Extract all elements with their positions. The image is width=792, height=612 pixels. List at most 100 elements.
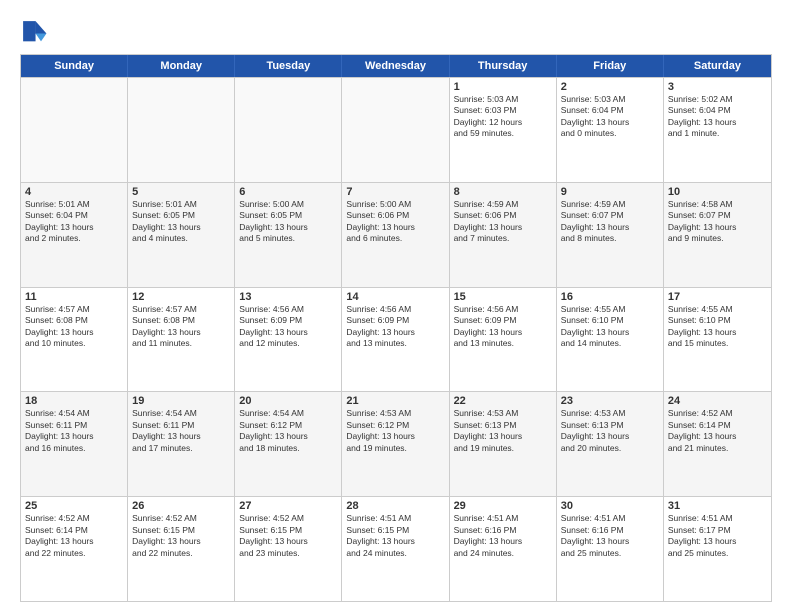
day-cell-26: 26Sunrise: 4:52 AMSunset: 6:15 PMDayligh… xyxy=(128,497,235,601)
cell-info: Sunrise: 4:58 AMSunset: 6:07 PMDaylight:… xyxy=(668,199,767,245)
day-cell-7: 7Sunrise: 5:00 AMSunset: 6:06 PMDaylight… xyxy=(342,183,449,287)
cell-info: Sunrise: 4:51 AMSunset: 6:16 PMDaylight:… xyxy=(561,513,659,559)
weekday-header-wednesday: Wednesday xyxy=(342,55,449,77)
day-number: 19 xyxy=(132,395,230,407)
day-number: 16 xyxy=(561,291,659,303)
cell-info: Sunrise: 4:53 AMSunset: 6:13 PMDaylight:… xyxy=(561,408,659,454)
day-number: 21 xyxy=(346,395,444,407)
calendar-row-1: 4Sunrise: 5:01 AMSunset: 6:04 PMDaylight… xyxy=(21,182,771,287)
cell-info: Sunrise: 4:55 AMSunset: 6:10 PMDaylight:… xyxy=(668,304,767,350)
day-cell-12: 12Sunrise: 4:57 AMSunset: 6:08 PMDayligh… xyxy=(128,288,235,392)
day-number: 29 xyxy=(454,500,552,512)
day-cell-21: 21Sunrise: 4:53 AMSunset: 6:12 PMDayligh… xyxy=(342,392,449,496)
day-number: 14 xyxy=(346,291,444,303)
cell-info: Sunrise: 5:03 AMSunset: 6:04 PMDaylight:… xyxy=(561,94,659,140)
empty-cell xyxy=(235,78,342,182)
day-cell-8: 8Sunrise: 4:59 AMSunset: 6:06 PMDaylight… xyxy=(450,183,557,287)
day-cell-14: 14Sunrise: 4:56 AMSunset: 6:09 PMDayligh… xyxy=(342,288,449,392)
day-number: 5 xyxy=(132,186,230,198)
day-cell-2: 2Sunrise: 5:03 AMSunset: 6:04 PMDaylight… xyxy=(557,78,664,182)
day-number: 25 xyxy=(25,500,123,512)
day-cell-25: 25Sunrise: 4:52 AMSunset: 6:14 PMDayligh… xyxy=(21,497,128,601)
cell-info: Sunrise: 4:55 AMSunset: 6:10 PMDaylight:… xyxy=(561,304,659,350)
day-number: 17 xyxy=(668,291,767,303)
calendar: SundayMondayTuesdayWednesdayThursdayFrid… xyxy=(20,54,772,602)
weekday-header-sunday: Sunday xyxy=(21,55,128,77)
day-number: 30 xyxy=(561,500,659,512)
day-cell-19: 19Sunrise: 4:54 AMSunset: 6:11 PMDayligh… xyxy=(128,392,235,496)
day-cell-9: 9Sunrise: 4:59 AMSunset: 6:07 PMDaylight… xyxy=(557,183,664,287)
day-number: 3 xyxy=(668,81,767,93)
calendar-row-2: 11Sunrise: 4:57 AMSunset: 6:08 PMDayligh… xyxy=(21,287,771,392)
day-number: 2 xyxy=(561,81,659,93)
cell-info: Sunrise: 4:51 AMSunset: 6:15 PMDaylight:… xyxy=(346,513,444,559)
cell-info: Sunrise: 5:03 AMSunset: 6:03 PMDaylight:… xyxy=(454,94,552,140)
day-number: 13 xyxy=(239,291,337,303)
cell-info: Sunrise: 4:51 AMSunset: 6:16 PMDaylight:… xyxy=(454,513,552,559)
empty-cell xyxy=(342,78,449,182)
day-cell-20: 20Sunrise: 4:54 AMSunset: 6:12 PMDayligh… xyxy=(235,392,342,496)
weekday-header-friday: Friday xyxy=(557,55,664,77)
cell-info: Sunrise: 4:56 AMSunset: 6:09 PMDaylight:… xyxy=(346,304,444,350)
cell-info: Sunrise: 4:56 AMSunset: 6:09 PMDaylight:… xyxy=(454,304,552,350)
cell-info: Sunrise: 4:54 AMSunset: 6:11 PMDaylight:… xyxy=(132,408,230,454)
day-number: 11 xyxy=(25,291,123,303)
cell-info: Sunrise: 4:59 AMSunset: 6:06 PMDaylight:… xyxy=(454,199,552,245)
calendar-body: 1Sunrise: 5:03 AMSunset: 6:03 PMDaylight… xyxy=(21,77,771,601)
cell-info: Sunrise: 5:01 AMSunset: 6:05 PMDaylight:… xyxy=(132,199,230,245)
day-cell-15: 15Sunrise: 4:56 AMSunset: 6:09 PMDayligh… xyxy=(450,288,557,392)
day-cell-31: 31Sunrise: 4:51 AMSunset: 6:17 PMDayligh… xyxy=(664,497,771,601)
day-cell-17: 17Sunrise: 4:55 AMSunset: 6:10 PMDayligh… xyxy=(664,288,771,392)
cell-info: Sunrise: 5:00 AMSunset: 6:05 PMDaylight:… xyxy=(239,199,337,245)
day-cell-27: 27Sunrise: 4:52 AMSunset: 6:15 PMDayligh… xyxy=(235,497,342,601)
day-cell-24: 24Sunrise: 4:52 AMSunset: 6:14 PMDayligh… xyxy=(664,392,771,496)
day-cell-5: 5Sunrise: 5:01 AMSunset: 6:05 PMDaylight… xyxy=(128,183,235,287)
header xyxy=(20,18,772,46)
calendar-row-4: 25Sunrise: 4:52 AMSunset: 6:14 PMDayligh… xyxy=(21,496,771,601)
day-number: 8 xyxy=(454,186,552,198)
page: SundayMondayTuesdayWednesdayThursdayFrid… xyxy=(0,0,792,612)
cell-info: Sunrise: 4:59 AMSunset: 6:07 PMDaylight:… xyxy=(561,199,659,245)
empty-cell xyxy=(21,78,128,182)
cell-info: Sunrise: 4:52 AMSunset: 6:15 PMDaylight:… xyxy=(132,513,230,559)
day-cell-13: 13Sunrise: 4:56 AMSunset: 6:09 PMDayligh… xyxy=(235,288,342,392)
day-cell-18: 18Sunrise: 4:54 AMSunset: 6:11 PMDayligh… xyxy=(21,392,128,496)
day-number: 27 xyxy=(239,500,337,512)
weekday-header-tuesday: Tuesday xyxy=(235,55,342,77)
day-cell-28: 28Sunrise: 4:51 AMSunset: 6:15 PMDayligh… xyxy=(342,497,449,601)
day-cell-1: 1Sunrise: 5:03 AMSunset: 6:03 PMDaylight… xyxy=(450,78,557,182)
cell-info: Sunrise: 4:57 AMSunset: 6:08 PMDaylight:… xyxy=(25,304,123,350)
cell-info: Sunrise: 4:56 AMSunset: 6:09 PMDaylight:… xyxy=(239,304,337,350)
day-number: 24 xyxy=(668,395,767,407)
day-number: 18 xyxy=(25,395,123,407)
cell-info: Sunrise: 4:52 AMSunset: 6:15 PMDaylight:… xyxy=(239,513,337,559)
day-number: 26 xyxy=(132,500,230,512)
day-number: 23 xyxy=(561,395,659,407)
weekday-header-monday: Monday xyxy=(128,55,235,77)
logo-icon xyxy=(20,18,48,46)
day-number: 22 xyxy=(454,395,552,407)
cell-info: Sunrise: 4:54 AMSunset: 6:12 PMDaylight:… xyxy=(239,408,337,454)
calendar-row-0: 1Sunrise: 5:03 AMSunset: 6:03 PMDaylight… xyxy=(21,77,771,182)
calendar-header: SundayMondayTuesdayWednesdayThursdayFrid… xyxy=(21,55,771,77)
cell-info: Sunrise: 5:01 AMSunset: 6:04 PMDaylight:… xyxy=(25,199,123,245)
day-cell-4: 4Sunrise: 5:01 AMSunset: 6:04 PMDaylight… xyxy=(21,183,128,287)
day-number: 12 xyxy=(132,291,230,303)
day-number: 31 xyxy=(668,500,767,512)
day-number: 6 xyxy=(239,186,337,198)
day-number: 10 xyxy=(668,186,767,198)
cell-info: Sunrise: 4:54 AMSunset: 6:11 PMDaylight:… xyxy=(25,408,123,454)
day-cell-23: 23Sunrise: 4:53 AMSunset: 6:13 PMDayligh… xyxy=(557,392,664,496)
day-cell-22: 22Sunrise: 4:53 AMSunset: 6:13 PMDayligh… xyxy=(450,392,557,496)
day-number: 7 xyxy=(346,186,444,198)
day-cell-3: 3Sunrise: 5:02 AMSunset: 6:04 PMDaylight… xyxy=(664,78,771,182)
cell-info: Sunrise: 5:00 AMSunset: 6:06 PMDaylight:… xyxy=(346,199,444,245)
cell-info: Sunrise: 5:02 AMSunset: 6:04 PMDaylight:… xyxy=(668,94,767,140)
cell-info: Sunrise: 4:53 AMSunset: 6:12 PMDaylight:… xyxy=(346,408,444,454)
empty-cell xyxy=(128,78,235,182)
weekday-header-saturday: Saturday xyxy=(664,55,771,77)
calendar-row-3: 18Sunrise: 4:54 AMSunset: 6:11 PMDayligh… xyxy=(21,391,771,496)
day-number: 15 xyxy=(454,291,552,303)
cell-info: Sunrise: 4:51 AMSunset: 6:17 PMDaylight:… xyxy=(668,513,767,559)
day-cell-11: 11Sunrise: 4:57 AMSunset: 6:08 PMDayligh… xyxy=(21,288,128,392)
